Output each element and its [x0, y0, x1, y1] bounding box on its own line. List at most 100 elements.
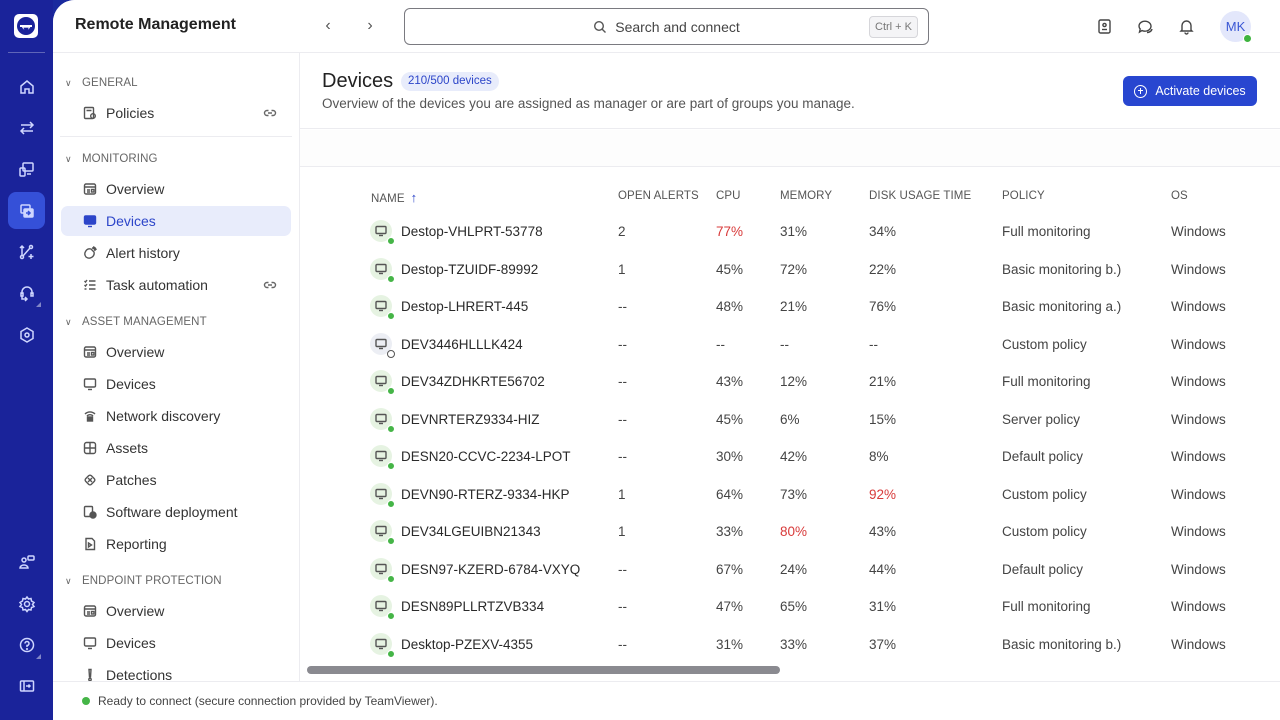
- column-header-name[interactable]: NAME ↑: [371, 190, 417, 205]
- table-row[interactable]: DESN20-CCVC-2234-LPOT -- 30% 42% 8% Default p…: [300, 438, 1280, 476]
- notifications-button[interactable]: [1176, 16, 1196, 36]
- table-row[interactable]: DEV3446HLLLK424 -- -- -- -- Custom policy Wind…: [300, 326, 1280, 364]
- table-row[interactable]: Destop-LHRERT-445 -- 48% 21% 76% Basic monito…: [300, 288, 1280, 326]
- monitor-icon: [375, 375, 387, 387]
- sidebar-item-endpoint-devices[interactable]: Devices: [61, 628, 291, 658]
- sidebar-item-asset-overview[interactable]: Overview: [61, 337, 291, 367]
- cell-device-name[interactable]: DEV34LGEUIBN21343: [401, 524, 541, 539]
- device-status-icon: [370, 520, 395, 545]
- sidebar-item-policies[interactable]: Policies: [61, 98, 291, 128]
- table-row[interactable]: DESN97-KZERD-6784-VXYQ -- 67% 24% 44% Default…: [300, 551, 1280, 589]
- rail-settings-button[interactable]: [8, 585, 45, 622]
- table-row[interactable]: Destop-TZUIDF-89992 1 45% 72% 22% Basic monit…: [300, 251, 1280, 289]
- sidebar-item-network-discovery[interactable]: Network discovery: [61, 401, 291, 431]
- cell-disk-usage: 22%: [869, 261, 897, 277]
- rail-help-button[interactable]: [8, 626, 45, 663]
- cell-os: Windows: [1171, 411, 1226, 427]
- monitor-icon: [375, 300, 387, 312]
- cell-device-name[interactable]: DEVN90-RTERZ-9334-HKP: [401, 487, 570, 502]
- chat-button[interactable]: [1135, 16, 1155, 36]
- online-dot: [387, 237, 395, 245]
- sidebar-item-task-automation[interactable]: Task automation: [61, 270, 291, 300]
- table-row[interactable]: Destop-VHLPRT-53778 2 77% 31% 34% Full monito…: [300, 213, 1280, 251]
- rail-remote-management-button[interactable]: [8, 192, 45, 229]
- device-status-icon: [370, 295, 395, 320]
- column-header-policy[interactable]: POLICY: [1002, 190, 1045, 202]
- sidebar-item-endpoint-overview[interactable]: Overview: [61, 596, 291, 626]
- rail-transfer-button[interactable]: [8, 109, 45, 146]
- user-avatar[interactable]: MK: [1220, 11, 1252, 43]
- rail-collapse-button[interactable]: [8, 667, 45, 704]
- cell-cpu: 47%: [716, 599, 744, 614]
- online-dot: [387, 312, 395, 320]
- rail-support-button[interactable]: [8, 274, 45, 311]
- sidebar-item-software-deployment[interactable]: Software deployment: [61, 497, 291, 527]
- table-row[interactable]: Desktop-PZEXV-4355 -- 31% 33% 37% Basic monit…: [300, 626, 1280, 664]
- page-header: Devices 210/500 devices Overview of the …: [300, 53, 1280, 129]
- sidebar-item-detections[interactable]: Detections: [61, 660, 291, 681]
- cell-open-alerts: --: [618, 599, 627, 614]
- cell-memory: 24%: [780, 561, 808, 577]
- patch-icon: [84, 474, 96, 486]
- sidebar-item-monitoring-devices[interactable]: Devices: [61, 206, 291, 236]
- table-row[interactable]: DEVNRTERZ9334-HIZ -- 45% 6% 15% Server policy…: [300, 401, 1280, 439]
- sidebar-item-assets[interactable]: Assets: [61, 433, 291, 463]
- rail-home-button[interactable]: [8, 68, 45, 105]
- transfer-icon: [19, 120, 34, 135]
- table-row[interactable]: DEV34LGEUIBN21343 1 33% 80% 43% Custom policy…: [300, 513, 1280, 551]
- column-header-os[interactable]: OS: [1171, 190, 1188, 202]
- column-header-cpu[interactable]: CPU: [716, 190, 741, 202]
- cell-device-name[interactable]: Destop-VHLPRT-53778: [401, 224, 543, 239]
- security-icon: [19, 326, 34, 343]
- table-row[interactable]: DEVN90-RTERZ-9334-HKP 1 64% 73% 92% Custom po…: [300, 476, 1280, 514]
- connection-status-dot: [82, 697, 90, 705]
- section-asset-management[interactable]: ∨ ASSET MANAGEMENT: [65, 314, 207, 330]
- contacts-button[interactable]: [1094, 16, 1114, 36]
- column-header-open-alerts[interactable]: OPEN ALERTS: [618, 190, 699, 202]
- sidebar-item-label: Overview: [106, 603, 165, 619]
- sidebar-item-alert-history[interactable]: Alert history: [61, 238, 291, 268]
- cell-device-name[interactable]: Destop-TZUIDF-89992: [401, 262, 538, 277]
- sidebar-item-reporting[interactable]: Reporting: [61, 529, 291, 559]
- column-header-disk-usage[interactable]: DISK USAGE TIME: [869, 190, 971, 202]
- cell-device-name[interactable]: Destop-LHRERT-445: [401, 299, 528, 314]
- sidebar-item-asset-devices[interactable]: Devices: [61, 369, 291, 399]
- cell-memory: 73%: [780, 486, 808, 502]
- rail-community-button[interactable]: [8, 543, 45, 580]
- horizontal-scrollbar[interactable]: [307, 666, 780, 674]
- cell-device-name[interactable]: Desktop-PZEXV-4355: [401, 637, 533, 652]
- sidebar-item-patches[interactable]: Patches: [61, 465, 291, 495]
- cell-device-name[interactable]: DEVNRTERZ9334-HIZ: [401, 412, 540, 427]
- activate-devices-button[interactable]: Activate devices: [1123, 76, 1257, 106]
- cell-cpu: 43%: [716, 374, 744, 389]
- cell-policy: Custom policy: [1002, 336, 1087, 352]
- table-row[interactable]: DESN89PLLRTZVB334 -- 47% 65% 31% Full monitor…: [300, 588, 1280, 626]
- rail-security-button[interactable]: [8, 316, 45, 353]
- section-general[interactable]: ∨ GENERAL: [65, 75, 138, 91]
- section-monitoring[interactable]: ∨ MONITORING: [65, 151, 158, 167]
- devices-icon: [18, 161, 34, 177]
- section-endpoint-protection[interactable]: ∨ ENDPOINT PROTECTION: [65, 573, 222, 589]
- main-content: Devices 210/500 devices Overview of the …: [300, 53, 1280, 681]
- rail-devices-button[interactable]: [8, 150, 45, 187]
- cell-device-name[interactable]: DEV34ZDHKRTE56702: [401, 374, 545, 389]
- cell-device-name[interactable]: DESN89PLLRTZVB334: [401, 599, 544, 614]
- sidebar-item-monitoring-overview[interactable]: Overview: [61, 174, 291, 204]
- cell-device-name[interactable]: DESN20-CCVC-2234-LPOT: [401, 449, 571, 464]
- cell-device-name[interactable]: DESN97-KZERD-6784-VXYQ: [401, 562, 580, 577]
- table-row[interactable]: DEV34ZDHKRTE56702 -- 43% 12% 21% Full monitor…: [300, 363, 1280, 401]
- column-header-memory[interactable]: MEMORY: [780, 190, 832, 202]
- collapse-panel-icon: [19, 679, 34, 692]
- section-title: GENERAL: [82, 77, 138, 89]
- search-input[interactable]: Search and connect Ctrl + K: [404, 8, 929, 45]
- cell-memory: 65%: [780, 599, 808, 614]
- rail-workflow-button[interactable]: [8, 233, 45, 270]
- cell-policy: Full monitoring: [1002, 599, 1091, 614]
- back-button[interactable]: ‹: [317, 15, 339, 37]
- chevron-left-icon: ‹: [325, 17, 331, 34]
- cell-open-alerts: 1: [618, 486, 626, 502]
- cell-open-alerts: --: [618, 636, 627, 652]
- teamviewer-logo-icon[interactable]: [14, 14, 38, 38]
- cell-device-name[interactable]: DEV3446HLLLK424: [401, 337, 523, 352]
- forward-button[interactable]: ›: [359, 15, 381, 37]
